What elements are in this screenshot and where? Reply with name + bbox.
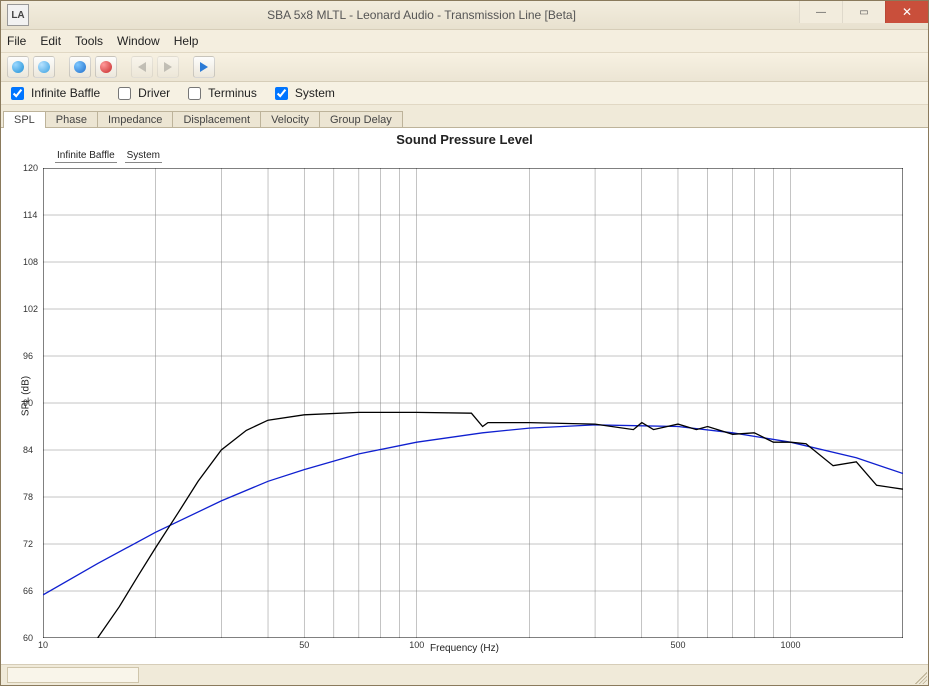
app-window: LA SBA 5x8 MLTL - Leonard Audio - Transm…	[0, 0, 929, 686]
tab-strip: SPL Phase Impedance Displacement Velocit…	[1, 105, 928, 127]
plot-svg	[43, 168, 903, 638]
close-button[interactable]: ✕	[885, 1, 928, 23]
y-tick-label: 102	[23, 304, 38, 314]
statusbar	[1, 664, 928, 685]
toolbar-open-button[interactable]	[33, 56, 55, 78]
series-toggle-row: Infinite Baffle Driver Terminus System	[1, 82, 928, 105]
check-system-box[interactable]	[275, 87, 288, 100]
x-tick-label: 10	[38, 640, 48, 650]
tab-velocity[interactable]: Velocity	[260, 111, 320, 128]
step-back-icon	[138, 62, 146, 72]
menu-edit[interactable]: Edit	[40, 34, 61, 48]
y-tick-label: 90	[23, 398, 33, 408]
x-tick-label: 1000	[780, 640, 800, 650]
toolbar-play-button[interactable]	[193, 56, 215, 78]
y-tick-label: 114	[23, 210, 37, 220]
minimize-button[interactable]: —	[799, 1, 842, 23]
menu-file[interactable]: File	[7, 34, 26, 48]
legend-infinite-baffle[interactable]: Infinite Baffle	[55, 150, 117, 163]
plot-legend: Infinite Baffle System	[55, 150, 162, 163]
toolbar	[1, 53, 928, 82]
toolbar-step-back-button[interactable]	[131, 56, 153, 78]
plot-title: Sound Pressure Level	[1, 128, 928, 147]
y-tick-label: 84	[23, 445, 33, 455]
check-driver-label: Driver	[138, 86, 170, 100]
y-tick-label: 108	[23, 257, 38, 267]
plot-area: Sound Pressure Level Infinite Baffle Sys…	[1, 127, 928, 664]
y-tick-label: 72	[23, 539, 33, 549]
check-driver[interactable]: Driver	[114, 84, 170, 103]
toolbar-record-red-button[interactable]	[95, 56, 117, 78]
tab-spl[interactable]: SPL	[3, 111, 46, 128]
maximize-button[interactable]: ▭	[842, 1, 885, 23]
open-icon	[38, 61, 50, 73]
step-forward-icon	[164, 62, 172, 72]
check-driver-box[interactable]	[118, 87, 131, 100]
check-infinite-baffle[interactable]: Infinite Baffle	[7, 84, 100, 103]
toolbar-record-blue-button[interactable]	[69, 56, 91, 78]
status-pane	[7, 667, 139, 683]
check-infinite-baffle-label: Infinite Baffle	[31, 86, 100, 100]
toolbar-new-button[interactable]	[7, 56, 29, 78]
y-axis-label: SPL (dB)	[21, 376, 32, 416]
resize-grip-icon[interactable]	[915, 672, 927, 684]
check-system-label: System	[295, 86, 335, 100]
legend-system[interactable]: System	[125, 150, 162, 163]
app-icon: LA	[7, 4, 29, 26]
tab-impedance[interactable]: Impedance	[97, 111, 173, 128]
window-controls: — ▭ ✕	[799, 1, 928, 23]
tab-displacement[interactable]: Displacement	[172, 111, 261, 128]
x-axis-label: Frequency (Hz)	[430, 643, 499, 654]
y-tick-label: 60	[23, 633, 33, 643]
play-icon	[200, 62, 208, 72]
x-tick-label: 50	[299, 640, 309, 650]
y-tick-label: 66	[23, 586, 33, 596]
x-tick-label: 500	[670, 640, 685, 650]
menubar: File Edit Tools Window Help	[1, 30, 928, 53]
y-tick-label: 78	[23, 492, 33, 502]
menu-help[interactable]: Help	[174, 34, 199, 48]
x-tick-label: 100	[409, 640, 424, 650]
window-title: SBA 5x8 MLTL - Leonard Audio - Transmiss…	[35, 8, 928, 22]
check-system[interactable]: System	[271, 84, 335, 103]
menu-tools[interactable]: Tools	[75, 34, 103, 48]
y-tick-label: 96	[23, 351, 33, 361]
sparkle-icon	[12, 61, 24, 73]
check-infinite-baffle-box[interactable]	[11, 87, 24, 100]
circle-red-icon	[100, 61, 112, 73]
check-terminus-box[interactable]	[188, 87, 201, 100]
titlebar: LA SBA 5x8 MLTL - Leonard Audio - Transm…	[1, 1, 928, 30]
menu-window[interactable]: Window	[117, 34, 160, 48]
tab-group-delay[interactable]: Group Delay	[319, 111, 403, 128]
check-terminus[interactable]: Terminus	[184, 84, 257, 103]
check-terminus-label: Terminus	[208, 86, 257, 100]
circle-blue-icon	[74, 61, 86, 73]
toolbar-step-forward-button[interactable]	[157, 56, 179, 78]
tab-phase[interactable]: Phase	[45, 111, 98, 128]
y-tick-label: 120	[23, 163, 38, 173]
